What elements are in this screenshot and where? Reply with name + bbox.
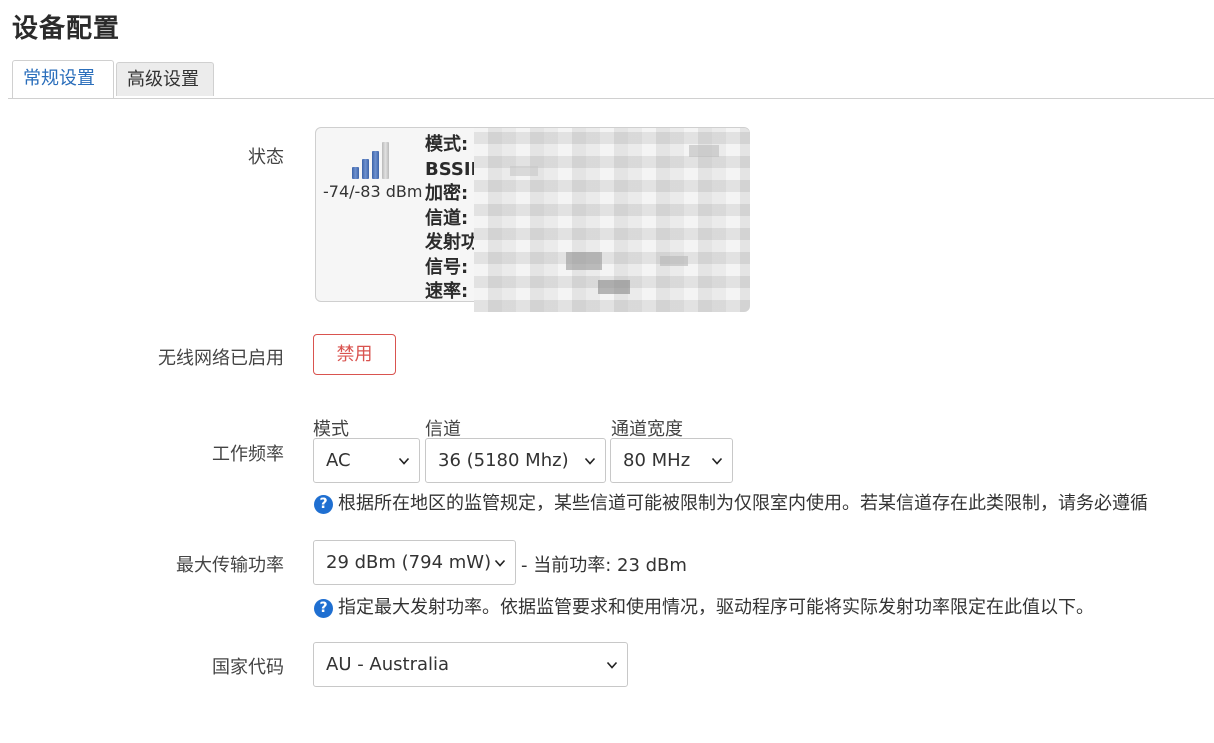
country-code-select[interactable]: AU - Australia	[313, 642, 628, 687]
frequency-label: 工作频率	[212, 444, 284, 465]
tab-bar: 常规设置 高级设置	[8, 60, 1214, 99]
tx-power-help-text: 指定最大发射功率。依据监管要求和使用情况，驱动程序可能将实际发射功率限定在此值以…	[338, 597, 1094, 618]
signal-text: -74/-83 dBm	[323, 182, 423, 201]
tx-power-select[interactable]: 29 dBm (794 mW)	[313, 540, 516, 585]
channel-width-select[interactable]: 80 MHz	[610, 438, 733, 483]
frequency-help-text: 根据所在地区的监管规定，某些信道可能被限制为仅限室内使用。若某信道存在此类限制，…	[338, 493, 1148, 514]
help-icon: ?	[314, 495, 333, 514]
tx-power-select-value: 29 dBm (794 mW)	[326, 552, 492, 573]
country-code-label: 国家代码	[212, 657, 284, 678]
wireless-enabled-label: 无线网络已启用	[158, 348, 284, 369]
chevron-down-icon	[606, 661, 618, 669]
channel-select-value: 36 (5180 Mhz)	[438, 450, 569, 471]
chevron-down-icon	[711, 457, 723, 465]
page-title: 设备配置	[12, 14, 121, 44]
tab-general-settings[interactable]: 常规设置	[12, 60, 114, 98]
channel-select[interactable]: 36 (5180 Mhz)	[425, 438, 606, 483]
current-power-text: - 当前功率: 23 dBm	[521, 555, 687, 576]
tx-power-label: 最大传输功率	[176, 555, 284, 576]
disable-button[interactable]: 禁用	[313, 334, 396, 375]
status-card: -74/-83 dBm 模式: BSSID: 加密: 信道: 发射功率: 信号:…	[315, 127, 750, 312]
signal-strength-icon	[352, 142, 389, 179]
status-label: 状态	[248, 147, 284, 168]
help-icon: ?	[314, 599, 333, 618]
chevron-down-icon	[584, 457, 596, 465]
tx-power-help: ? 指定最大发射功率。依据监管要求和使用情况，驱动程序可能将实际发射功率限定在此值…	[314, 593, 1094, 619]
mode-select-value: AC	[326, 450, 351, 471]
tab-advanced-settings[interactable]: 高级设置	[116, 62, 214, 96]
frequency-help: ? 根据所在地区的监管规定，某些信道可能被限制为仅限室内使用。若某信道存在此类限制…	[314, 489, 1148, 515]
redacted-values	[474, 128, 750, 312]
channel-width-select-value: 80 MHz	[623, 450, 691, 471]
country-code-select-value: AU - Australia	[326, 654, 450, 675]
chevron-down-icon	[494, 559, 506, 567]
chevron-down-icon	[398, 457, 410, 465]
mode-select[interactable]: AC	[313, 438, 420, 483]
